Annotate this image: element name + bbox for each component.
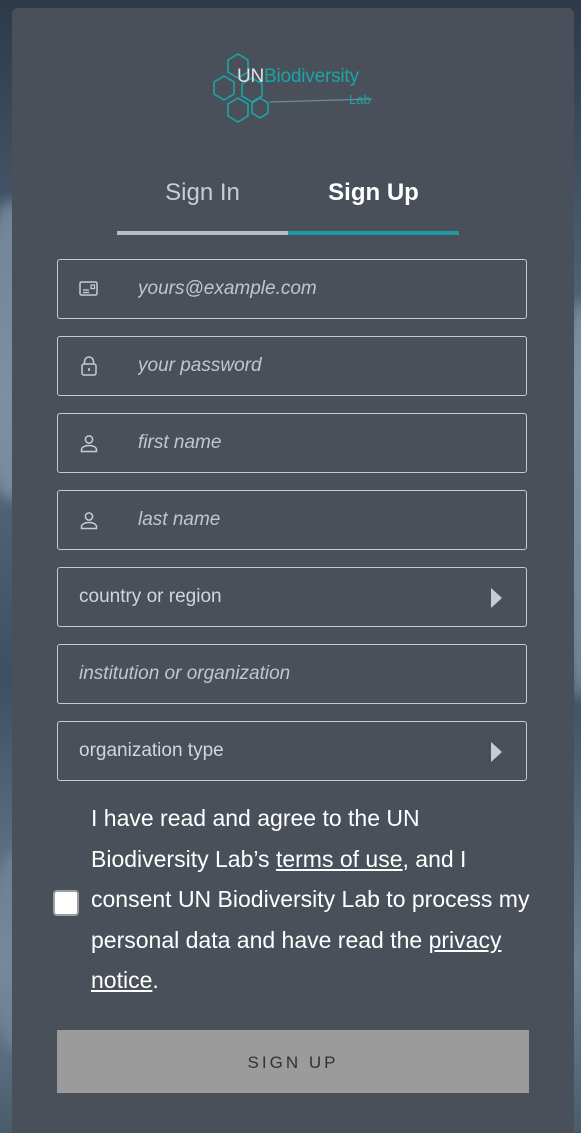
signup-panel: UNBiodiversity Lab Sign In Sign Up yours…: [12, 8, 574, 1133]
last-name-field: [57, 490, 527, 550]
first-name-field: [57, 413, 527, 473]
person-icon: [80, 512, 98, 530]
tab-sign-in-underline: [117, 231, 288, 235]
email-field: [57, 259, 527, 319]
chevron-right-icon: [491, 742, 502, 762]
consent-checkbox[interactable]: [53, 890, 79, 916]
tab-sign-up[interactable]: Sign Up: [288, 173, 459, 235]
institution-input[interactable]: [79, 645, 449, 703]
consent-text: I have read and agree to the UN Biodiver…: [91, 798, 531, 1001]
hexagon-logo-icon: [213, 53, 373, 123]
institution-field: [57, 644, 527, 704]
tab-sign-in-label: Sign In: [165, 179, 240, 206]
terms-of-use-link[interactable]: terms of use: [276, 846, 403, 872]
country-select-label: country or region: [79, 586, 222, 607]
tab-sign-up-underline: [288, 231, 459, 235]
password-input[interactable]: [138, 337, 508, 395]
consent-text-part: .: [152, 967, 159, 993]
logo-lab-text: Lab: [349, 92, 371, 107]
sign-up-button[interactable]: SIGN UP: [57, 1030, 529, 1093]
envelope-icon: [79, 281, 98, 296]
password-field: [57, 336, 527, 396]
un-biodiversity-lab-logo: UNBiodiversity Lab: [212, 52, 382, 124]
chevron-right-icon: [491, 588, 502, 608]
organization-type-select[interactable]: organization type: [57, 721, 527, 781]
last-name-input[interactable]: [138, 491, 508, 549]
tab-sign-in[interactable]: Sign In: [117, 173, 288, 235]
person-icon: [80, 435, 98, 453]
auth-tabs: Sign In Sign Up: [117, 173, 469, 235]
country-select[interactable]: country or region: [57, 567, 527, 627]
consent-block: I have read and agree to the UN Biodiver…: [52, 798, 532, 1008]
tab-sign-up-label: Sign Up: [328, 179, 419, 206]
logo-wordmark: UNBiodiversity: [237, 66, 359, 87]
organization-type-select-label: organization type: [79, 740, 224, 761]
first-name-input[interactable]: [138, 414, 508, 472]
email-input[interactable]: [138, 260, 508, 318]
lock-icon: [81, 356, 97, 376]
